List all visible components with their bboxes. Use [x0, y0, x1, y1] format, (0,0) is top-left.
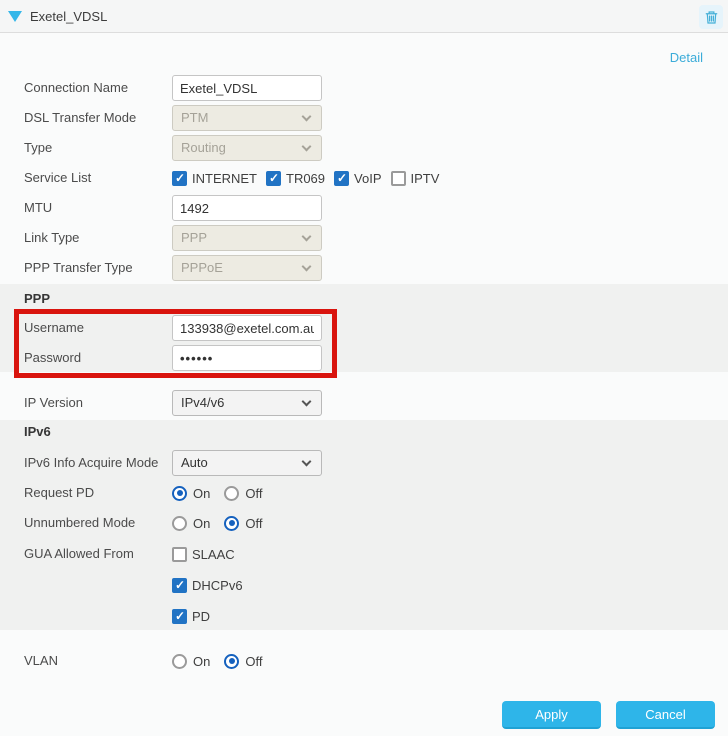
cancel-button[interactable]: Cancel [616, 701, 715, 729]
mtu-label: MTU [24, 200, 53, 215]
ipv6-acquire-mode-label: IPv6 Info Acquire Mode [24, 455, 159, 470]
pd-checkbox[interactable] [172, 608, 187, 624]
request-pd-radio-group: On Off [172, 480, 262, 506]
detail-link[interactable]: Detail [670, 50, 703, 65]
gua-pd-group: PD [172, 603, 210, 629]
vlan-off-option[interactable]: Off [224, 653, 262, 669]
password-row: Password [0, 345, 728, 371]
ip-version-label: IP Version [24, 395, 84, 410]
slaac-checkbox[interactable] [172, 546, 187, 562]
mtu-input[interactable] [172, 195, 322, 221]
gua-slaac-row: GUA Allowed From SLAAC [0, 541, 728, 567]
username-row: Username [0, 315, 728, 341]
gua-allowed-from-label: GUA Allowed From [24, 546, 134, 561]
dsl-transfer-mode-label: DSL Transfer Mode [24, 110, 137, 125]
vlan-row: VLAN On Off [0, 648, 728, 674]
ip-version-select[interactable]: IPv4/v6 [172, 390, 322, 416]
voip-checkbox[interactable] [334, 170, 350, 186]
service-iptv-option[interactable]: IPTV [390, 170, 439, 186]
username-input[interactable] [172, 315, 322, 341]
connection-header: Exetel_VDSL [0, 0, 728, 33]
iptv-checkbox[interactable] [390, 170, 406, 186]
type-label: Type [24, 140, 53, 155]
gua-dhcpv6-option[interactable]: DHCPv6 [172, 577, 243, 593]
unnumbered-mode-on-option[interactable]: On [172, 515, 210, 531]
connection-name-input[interactable] [172, 75, 322, 101]
connection-title: Exetel_VDSL [30, 9, 108, 24]
chevron-down-icon [301, 456, 312, 467]
service-list-row: Service List INTERNET TR069 VoIP IPTV [0, 165, 728, 191]
request-pd-off-radio[interactable] [224, 485, 240, 501]
request-pd-on-radio[interactable] [172, 485, 187, 501]
link-type-row: Link Type PPP [0, 225, 728, 251]
unnumbered-mode-on-radio[interactable] [172, 515, 187, 531]
service-list-checkbox-group: INTERNET TR069 VoIP IPTV [172, 165, 439, 191]
vlan-on-option[interactable]: On [172, 653, 210, 669]
password-label: Password [24, 350, 82, 365]
gua-pd-option[interactable]: PD [172, 608, 210, 624]
chevron-down-icon [301, 396, 312, 407]
gua-dhcpv6-row: DHCPv6 [0, 572, 728, 598]
ipv6-acquire-mode-select[interactable]: Auto [172, 450, 322, 476]
request-pd-off-option[interactable]: Off [224, 485, 262, 501]
vlan-off-radio[interactable] [224, 653, 240, 669]
unnumbered-mode-radio-group: On Off [172, 510, 262, 536]
dsl-transfer-mode-select: PTM [172, 105, 322, 131]
ppp-transfer-type-row: PPP Transfer Type PPPoE [0, 255, 728, 281]
connection-name-row: Connection Name [0, 75, 728, 101]
apply-button[interactable]: Apply [502, 701, 601, 729]
collapse-triangle-icon[interactable] [8, 11, 22, 22]
mtu-row: MTU [0, 195, 728, 221]
username-label: Username [24, 320, 84, 335]
internet-checkbox[interactable] [172, 170, 187, 186]
trash-icon [705, 10, 717, 24]
password-input[interactable] [172, 345, 322, 371]
unnumbered-mode-off-option[interactable]: Off [224, 515, 262, 531]
type-select: Routing [172, 135, 322, 161]
service-internet-option[interactable]: INTERNET [172, 170, 257, 186]
tr069-checkbox[interactable] [266, 170, 281, 186]
ip-version-row: IP Version IPv4/v6 [0, 390, 728, 416]
delete-button[interactable] [699, 5, 723, 29]
chevron-down-icon [301, 141, 312, 152]
vlan-on-radio[interactable] [172, 653, 187, 669]
service-tr069-option[interactable]: TR069 [266, 170, 325, 186]
ppp-transfer-type-select: PPPoE [172, 255, 322, 281]
ppp-section-title: PPP [24, 291, 51, 306]
gua-pd-row: PD [0, 603, 728, 629]
link-type-label: Link Type [24, 230, 80, 245]
vlan-label: VLAN [24, 653, 58, 668]
service-list-label: Service List [24, 170, 92, 185]
ipv6-section-title: IPv6 [24, 424, 51, 439]
link-type-select: PPP [172, 225, 322, 251]
request-pd-label: Request PD [24, 485, 95, 500]
ppp-transfer-type-label: PPP Transfer Type [24, 260, 133, 275]
chevron-down-icon [301, 261, 312, 272]
gua-slaac-option[interactable]: SLAAC [172, 546, 235, 562]
chevron-down-icon [301, 111, 312, 122]
vdsl-connection-panel: Exetel_VDSL Detail Connection Name DSL T… [0, 0, 728, 736]
connection-name-label: Connection Name [24, 80, 129, 95]
gua-slaac-group: SLAAC [172, 541, 235, 567]
unnumbered-mode-label: Unnumbered Mode [24, 515, 136, 530]
gua-dhcpv6-group: DHCPv6 [172, 572, 243, 598]
request-pd-row: Request PD On Off [0, 480, 728, 506]
ipv6-acquire-mode-row: IPv6 Info Acquire Mode Auto [0, 450, 728, 476]
type-row: Type Routing [0, 135, 728, 161]
request-pd-on-option[interactable]: On [172, 485, 210, 501]
dhcpv6-checkbox[interactable] [172, 577, 187, 593]
vlan-radio-group: On Off [172, 648, 262, 674]
service-voip-option[interactable]: VoIP [334, 170, 382, 186]
unnumbered-mode-row: Unnumbered Mode On Off [0, 510, 728, 536]
chevron-down-icon [301, 231, 312, 242]
dsl-transfer-mode-row: DSL Transfer Mode PTM [0, 105, 728, 131]
unnumbered-mode-off-radio[interactable] [224, 515, 240, 531]
